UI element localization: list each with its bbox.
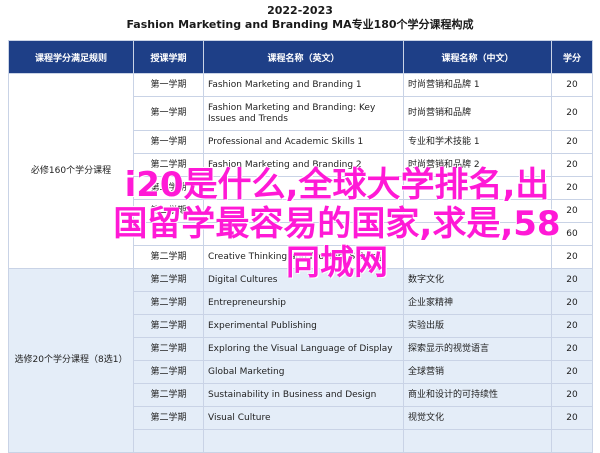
- course-name-en-cell: Fashion Marketing and Branding 1: [203, 73, 404, 97]
- column-header: 课程名称（英文）: [203, 40, 404, 74]
- course-name-cn-cell: 实验出版: [403, 314, 552, 338]
- semester-cell: 第二学期: [133, 291, 204, 315]
- credit-cell: [551, 429, 593, 453]
- requirement-block-label: 选修20个学分课程（8选1）: [8, 268, 134, 453]
- credit-cell: 20: [551, 360, 593, 384]
- course-name-en-cell: Sustainability in Business and Design: [203, 383, 404, 407]
- credit-cell: 20: [551, 96, 593, 131]
- page-title: Fashion Marketing and Branding MA专业180个学…: [126, 18, 474, 31]
- course-name-cn-cell: [403, 429, 552, 453]
- credit-cell: 20: [551, 406, 593, 430]
- column-header: 课程名称（中文）: [403, 40, 552, 74]
- course-name-en-cell: Exploring the Visual Language of Display: [203, 337, 404, 361]
- semester-cell: 第二学期: [133, 337, 204, 361]
- course-name-cn-cell: 探索显示的视觉语言: [403, 337, 552, 361]
- course-name-cn-cell: 商业和设计的可持续性: [403, 383, 552, 407]
- semester-cell: 第二学期: [133, 314, 204, 338]
- course-name-en-cell: [203, 429, 404, 453]
- column-header: 学分: [551, 40, 593, 74]
- semester-cell: 第一学期: [133, 130, 204, 154]
- semester-cell: 第一学期: [133, 73, 204, 97]
- credit-cell: 20: [551, 383, 593, 407]
- column-header: 课程学分满足规则: [8, 40, 134, 74]
- credit-cell: 20: [551, 291, 593, 315]
- semester-cell: 第二学期: [133, 383, 204, 407]
- course-name-en-cell: Fashion Marketing and Branding: Key Issu…: [203, 96, 404, 131]
- course-name-cn-cell: 企业家精神: [403, 291, 552, 315]
- course-name-cn-cell: 视觉文化: [403, 406, 552, 430]
- table-header-row: 课程学分满足规则 授课学期 课程名称（英文） 课程名称（中文） 学分: [8, 40, 593, 74]
- course-name-cn-cell: 时尚营销和品牌: [403, 96, 552, 131]
- course-name-en-cell: Global Marketing: [203, 360, 404, 384]
- course-name-cn-cell: 专业和学术技能 1: [403, 130, 552, 154]
- semester-cell: [133, 429, 204, 453]
- course-name-en-cell: Experimental Publishing: [203, 314, 404, 338]
- overlay-text: i20是什么,全球大学排名,出国留学最容易的国家,求是,58同城网: [113, 165, 561, 283]
- column-header: 授课学期: [133, 40, 204, 74]
- credit-cell: 20: [551, 337, 593, 361]
- course-name-en-cell: Entrepreneurship: [203, 291, 404, 315]
- semester-cell: 第二学期: [133, 406, 204, 430]
- semester-cell: 第一学期: [133, 96, 204, 131]
- course-name-cn-cell: 全球营销: [403, 360, 552, 384]
- course-name-en-cell: Visual Culture: [203, 406, 404, 430]
- page-title-year: 2022-2023: [267, 4, 333, 17]
- credit-cell: 20: [551, 73, 593, 97]
- course-name-cn-cell: 时尚营销和品牌 1: [403, 73, 552, 97]
- credit-cell: 20: [551, 314, 593, 338]
- semester-cell: 第二学期: [133, 360, 204, 384]
- table-row: 必修160个学分课程 第一学期 Fashion Marketing and Bran…: [8, 73, 593, 269]
- course-name-en-cell: Professional and Academic Skills 1: [203, 130, 404, 154]
- credit-cell: 20: [551, 130, 593, 154]
